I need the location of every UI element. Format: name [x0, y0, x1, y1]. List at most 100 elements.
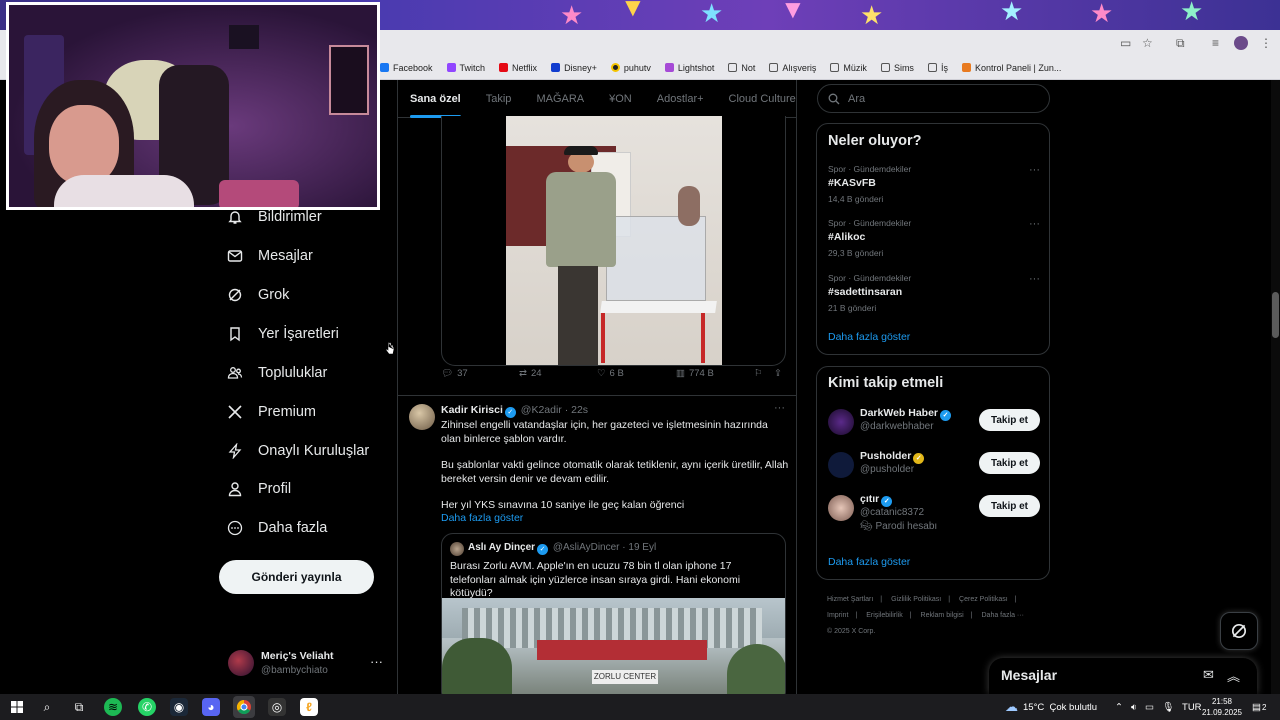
reading-list-icon[interactable]: ≡ — [1212, 36, 1219, 50]
views-button[interactable]: ▥ 774 B — [676, 368, 714, 379]
footer-sep: | — [948, 596, 951, 603]
sidebar-item-premium[interactable]: Premium — [226, 400, 316, 424]
bookmark-folder[interactable]: Alışveriş — [769, 63, 816, 73]
app-icon[interactable]: ℓ — [300, 698, 318, 716]
speaker-icon[interactable]: 🔉︎ — [1131, 702, 1137, 713]
bookmark-item[interactable]: Disney+ — [551, 63, 597, 73]
windows-start-icon[interactable] — [8, 698, 26, 716]
who-show-more-link[interactable]: Daha fazla göster — [828, 556, 910, 568]
share-button[interactable]: ⇪ — [774, 368, 782, 379]
trend-item[interactable]: Spor · Gündemdekiler #Alikoc 29,3 B gönd… — [828, 218, 1040, 258]
sidebar-item-label: Daha fazla — [258, 520, 328, 536]
search-icon[interactable]: ⌕ — [38, 698, 56, 716]
follow-button[interactable]: Takip et — [978, 409, 1040, 431]
page-scrollbar[interactable] — [1271, 80, 1280, 694]
bookmark-folder[interactable]: Sims — [880, 63, 914, 73]
trend-more-icon[interactable]: ··· — [1029, 164, 1040, 176]
clock[interactable]: 21:58 21.09.2025 — [1198, 696, 1246, 718]
follow-suggestion[interactable]: DarkWeb Haber ✓ @darkwebhaber Takip et — [828, 407, 1040, 447]
footer-link[interactable]: Çerez Politikası — [959, 596, 1008, 603]
bookmark-folder[interactable]: Not — [728, 63, 755, 73]
trends-show-more-link[interactable]: Daha fazla göster — [828, 331, 910, 343]
footer-link[interactable]: Gizlilik Politikası — [891, 596, 941, 603]
avatar[interactable] — [409, 404, 435, 430]
obs-icon[interactable]: ◎ — [268, 698, 286, 716]
new-message-icon[interactable]: ✉ — [1203, 667, 1214, 683]
sidebar-item-verified-orgs[interactable]: Onaylı Kuruluşlar — [226, 439, 369, 463]
microphone-icon[interactable]: 🎙︎ — [1162, 702, 1174, 713]
whatsapp-icon[interactable]: ✆ — [138, 698, 156, 716]
tab-yon[interactable]: ¥ON — [609, 80, 632, 118]
bookmark-button[interactable]: ⚐ — [754, 368, 763, 379]
bookmark-item[interactable]: Facebook — [380, 63, 433, 73]
install-app-icon[interactable]: ▭ — [1120, 36, 1131, 50]
sidebar-item-bookmarks[interactable]: Yer İşaretleri — [226, 322, 339, 346]
search-input[interactable]: Ara — [817, 84, 1050, 113]
bookmark-item[interactable]: Twitch — [446, 63, 485, 73]
footer-link[interactable]: Daha fazla ··· — [982, 612, 1024, 619]
scrollbar-thumb[interactable] — [1272, 292, 1279, 338]
sidebar-item-notifications[interactable]: Bildirimler — [226, 205, 322, 229]
tab-following[interactable]: Takip — [486, 80, 512, 118]
chrome-icon[interactable] — [233, 696, 255, 718]
discord-icon[interactable]: ◕ — [202, 698, 220, 716]
sidebar-item-profile[interactable]: Profil — [226, 477, 291, 501]
tab-magara[interactable]: MAĞARA — [536, 80, 584, 118]
photo-table — [600, 301, 717, 313]
grok-fab-button[interactable] — [1220, 612, 1258, 650]
verified-badge-icon: ✓ — [940, 409, 952, 421]
trend-item[interactable]: Spor · Gündemdekiler #KASvFB 14,4 B gönd… — [828, 164, 1040, 204]
tweet-time[interactable]: · 22s — [565, 404, 588, 416]
footer-link[interactable]: Hizmet Şartları — [827, 596, 873, 603]
bookmark-item[interactable]: Netflix — [499, 63, 537, 73]
sidebar-item-messages[interactable]: Mesajlar — [226, 244, 313, 268]
show-more-link[interactable]: Daha fazla göster — [441, 512, 789, 526]
extensions-icon[interactable]: ⧉ — [1176, 36, 1185, 51]
account-more-icon[interactable]: ··· — [370, 654, 383, 669]
quoted-tweet[interactable]: Aslı Ay Dinçer ✓ @AsliAyDincer · 19 Eyl B… — [441, 533, 786, 694]
bookmark-item[interactable]: puhutv — [610, 63, 651, 73]
follow-button[interactable]: Takip et — [978, 495, 1040, 517]
tab-for-you[interactable]: Sana özel — [410, 80, 461, 118]
webcam-frame — [329, 45, 369, 115]
bookmark-folder[interactable]: Müzik — [830, 63, 867, 73]
bookmark-item[interactable]: Lightshot — [664, 63, 714, 73]
sidebar-item-more[interactable]: Daha fazla — [226, 516, 327, 540]
reply-button[interactable]: 💬︎ 37 — [441, 368, 468, 379]
spotify-icon[interactable]: ≋ — [104, 698, 122, 716]
star-bookmark-icon[interactable]: ☆ — [1142, 36, 1153, 50]
profile-avatar[interactable] — [1234, 36, 1248, 50]
account-switcher[interactable]: Meriç's Veliaht @bambychiato ··· — [228, 648, 388, 680]
post-button[interactable]: Gönderi yayınla — [219, 560, 374, 594]
chevron-up-icon[interactable]: ⌃ — [1115, 702, 1123, 713]
bookmark-folder[interactable]: İş — [927, 63, 948, 73]
footer-link[interactable]: Imprint — [827, 612, 848, 619]
steam-icon[interactable]: ◉ — [170, 698, 188, 716]
tab-cloud-culture[interactable]: Cloud Culture — [729, 80, 796, 118]
task-view-icon[interactable]: ⧉ — [70, 698, 88, 716]
weather-widget[interactable]: ☁ 15°C Çok bulutlu — [1005, 694, 1097, 720]
trend-item[interactable]: Spor · Gündemdekiler #sadettinsaran 21 B… — [828, 273, 1040, 313]
trend-more-icon[interactable]: ··· — [1029, 273, 1040, 285]
tweet-author-handle[interactable]: @K2adir — [521, 404, 562, 416]
trend-more-icon[interactable]: ··· — [1029, 218, 1040, 230]
follow-suggestion[interactable]: çıtır ✓ @catanic8372 🎭︎ Parodi hesabı Tak… — [828, 493, 1040, 537]
expand-icon[interactable]: ︽ — [1227, 666, 1240, 685]
tweet-author-name[interactable]: Kadir Kirisci — [441, 404, 503, 416]
network-icon[interactable]: ▭ — [1145, 702, 1154, 713]
tweet-more-icon[interactable]: ··· — [774, 402, 785, 414]
messages-drawer[interactable]: Mesajlar ✉ ︽ — [989, 658, 1257, 694]
sidebar-item-communities[interactable]: Topluluklar — [226, 361, 327, 385]
notification-center[interactable]: ▤ 2 — [1252, 694, 1266, 720]
footer-link[interactable]: Reklam bilgisi — [921, 612, 964, 619]
sidebar-item-grok[interactable]: Grok — [226, 283, 289, 307]
retweet-button[interactable]: ⇄ 24 — [519, 368, 542, 379]
tab-adostlar[interactable]: Adostlar+ — [657, 80, 704, 118]
tweet-media[interactable] — [441, 116, 786, 366]
follow-suggestion[interactable]: Pusholder ✓ @pusholder Takip et — [828, 450, 1040, 490]
like-button[interactable]: ♡ 6 B — [597, 368, 624, 379]
follow-button[interactable]: Takip et — [978, 452, 1040, 474]
bookmark-item[interactable]: Kontrol Paneli | Zun... — [961, 63, 1061, 73]
menu-kebab-icon[interactable]: ⋮ — [1260, 36, 1272, 50]
footer-link[interactable]: Erişilebilirlik — [866, 612, 903, 619]
